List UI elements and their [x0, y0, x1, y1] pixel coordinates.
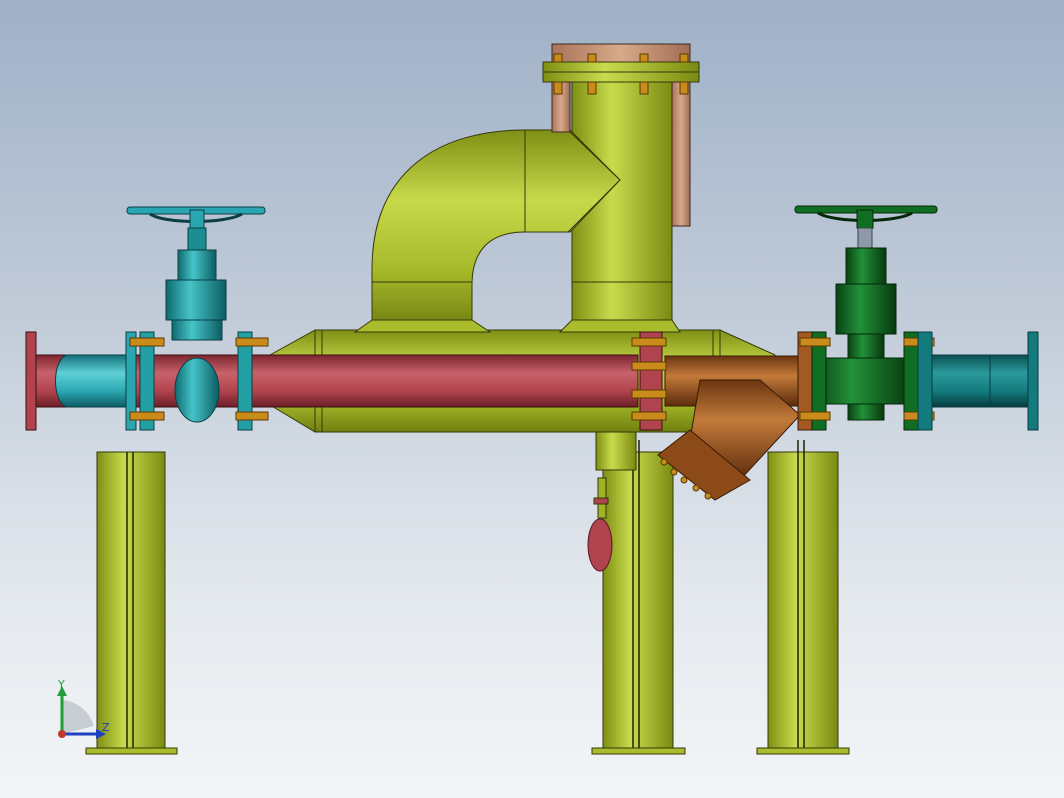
- handwheel-icon: [794, 205, 938, 229]
- support-leg-right: [756, 440, 850, 755]
- y-axis-label: Y: [57, 678, 65, 691]
- axis-triad-icon: Y Z: [57, 678, 110, 739]
- right-gate-valve[interactable]: [794, 205, 938, 431]
- z-axis-label: Z: [102, 721, 110, 734]
- left-inlet-nozzle[interactable]: [25, 331, 137, 431]
- 3d-viewport[interactable]: Y Z: [0, 0, 1064, 798]
- x-axis-dot: [58, 730, 66, 738]
- right-outlet-nozzle[interactable]: [917, 331, 1039, 431]
- left-globe-valve[interactable]: [126, 206, 269, 431]
- handwheel-icon: [126, 206, 266, 229]
- piping-assembly-model[interactable]: [0, 0, 1064, 798]
